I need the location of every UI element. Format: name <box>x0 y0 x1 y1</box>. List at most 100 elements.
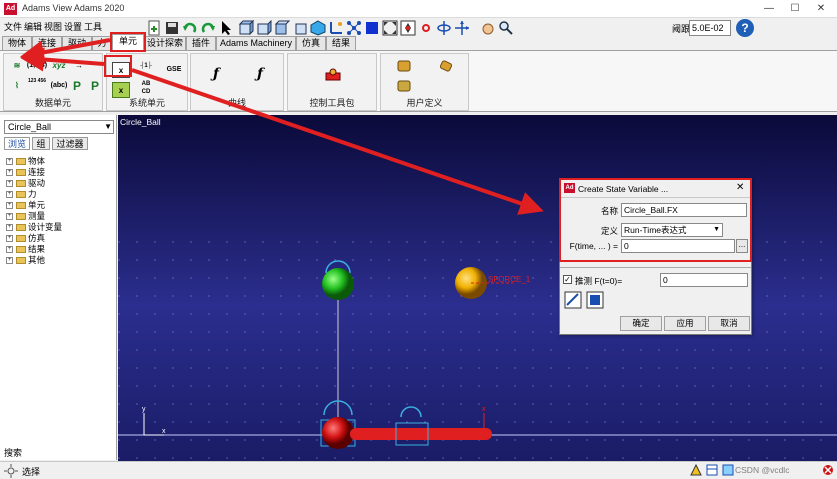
expand-icon[interactable]: + <box>6 158 13 165</box>
apply-button[interactable]: 应用 <box>664 316 706 331</box>
status-table-icon[interactable] <box>706 464 718 476</box>
new-file-icon[interactable] <box>146 20 162 36</box>
adams-logo-icon: Ad <box>4 3 17 15</box>
tree-item-results[interactable]: + 结果 <box>6 244 114 255</box>
select-cursor-icon[interactable] <box>218 20 234 36</box>
tab-group[interactable]: 组 <box>32 137 50 150</box>
menu-edit[interactable]: 编辑 <box>24 20 42 33</box>
view-front-icon[interactable] <box>238 20 254 36</box>
cancel-button[interactable]: 取消 <box>708 316 750 331</box>
expand-icon[interactable]: + <box>6 257 13 264</box>
group-controls-toolkit: 控制工具包 <box>287 53 377 111</box>
svg-text:x: x <box>482 406 486 413</box>
status-info-icon[interactable] <box>722 464 734 476</box>
tab-forces[interactable]: 力 <box>92 36 112 50</box>
expand-icon[interactable]: + <box>6 180 13 187</box>
save-icon[interactable] <box>164 20 180 36</box>
spline-arrow-icon[interactable]: → <box>70 58 88 74</box>
render-sphere-icon[interactable] <box>310 20 326 36</box>
fit-view-icon[interactable] <box>382 20 398 36</box>
string-abc-icon[interactable]: (abc) <box>48 78 70 94</box>
zoom-box-icon[interactable] <box>400 20 416 36</box>
undo-icon[interactable] <box>182 20 198 36</box>
view-right-icon[interactable] <box>292 20 308 36</box>
ok-button[interactable]: 确定 <box>620 316 662 331</box>
array-123-icon[interactable]: (1,2,3) <box>26 58 48 74</box>
center-point-icon[interactable] <box>418 20 434 36</box>
matrix-icon[interactable]: 123 456 <box>26 78 48 94</box>
expand-icon[interactable]: + <box>6 202 13 209</box>
pan-hand-icon[interactable] <box>480 20 496 36</box>
tree-item-measures[interactable]: + 测量 <box>6 211 114 222</box>
tab-bodies[interactable]: 物体 <box>2 36 32 50</box>
tree-item-simulations[interactable]: + 仿真 <box>6 233 114 244</box>
tab-plugins[interactable]: 插件 <box>186 36 216 50</box>
linear-state-equation-icon[interactable]: ┤1├ <box>137 58 155 74</box>
axes-triad-icon[interactable] <box>328 20 344 36</box>
gse-icon[interactable]: GSE <box>163 62 185 78</box>
expand-icon[interactable]: + <box>6 235 13 242</box>
plant-output-icon[interactable]: P <box>86 78 104 94</box>
tree-item-motions[interactable]: + 驱动 <box>6 178 114 189</box>
transfer-function-icon[interactable]: AB CD <box>137 80 155 96</box>
controls-toolkit-icon[interactable] <box>324 66 342 82</box>
help-icon[interactable]: ? <box>736 19 754 37</box>
menu-view[interactable]: 视图 <box>44 20 62 33</box>
guess-label: 推测 F(t=0)= <box>575 276 623 286</box>
rotate-view-icon[interactable] <box>436 20 452 36</box>
view-iso-icon[interactable] <box>256 20 272 36</box>
expand-icon[interactable]: + <box>6 246 13 253</box>
function-curve-icon[interactable]: ƒ <box>251 66 269 82</box>
guess-checkbox[interactable]: ✓ <box>563 275 572 284</box>
tab-connectors[interactable]: 连接 <box>32 36 62 50</box>
guess-input[interactable]: 0 <box>660 273 748 287</box>
user-library-icon[interactable] <box>395 78 413 94</box>
tab-results[interactable]: 结果 <box>326 36 356 50</box>
grid-network-icon[interactable] <box>346 20 362 36</box>
zoom-threshold-input[interactable]: 5.0E-02 <box>689 20 731 36</box>
function-builder-icon[interactable]: ƒ <box>207 66 225 82</box>
plant-input-icon[interactable]: P <box>68 78 86 94</box>
expand-icon[interactable]: + <box>6 191 13 198</box>
expand-icon[interactable]: + <box>6 213 13 220</box>
state-variable-icon[interactable]: x <box>112 62 130 78</box>
close-button[interactable]: ✕ <box>808 1 834 17</box>
tree-item-other[interactable]: + 其他 <box>6 255 114 266</box>
menu-settings[interactable]: 设置 <box>64 20 82 33</box>
tree-item-design-variables[interactable]: + 设计变量 <box>6 222 114 233</box>
view-top-icon[interactable] <box>274 20 290 36</box>
user-element-icon[interactable] <box>395 58 413 74</box>
tab-elements[interactable]: 单元 <box>112 34 144 50</box>
zoom-magnifier-icon[interactable] <box>498 20 514 36</box>
expand-icon[interactable]: + <box>6 224 13 231</box>
minimize-button[interactable]: — <box>756 1 782 17</box>
tab-simulation[interactable]: 仿真 <box>296 36 326 50</box>
tab-design-exploration[interactable]: 设计探索 <box>144 36 186 50</box>
expand-icon[interactable]: + <box>6 169 13 176</box>
plot-function-icon[interactable] <box>586 291 604 309</box>
redo-icon[interactable] <box>200 20 216 36</box>
translate-view-icon[interactable] <box>454 20 470 36</box>
tree-item-forces[interactable]: + 力 <box>6 189 114 200</box>
array-icon[interactable]: ≋ <box>8 58 26 74</box>
tab-motions[interactable]: 驱动 <box>62 36 92 50</box>
tab-adams-machinery[interactable]: Adams Machinery <box>216 36 296 50</box>
tab-filter[interactable]: 过滤器 <box>52 137 88 150</box>
tree-item-elements[interactable]: + 单元 <box>6 200 114 211</box>
solid-render-icon[interactable] <box>364 20 380 36</box>
curve-graph-icon[interactable]: ⌇ <box>8 78 26 94</box>
edit-expression-icon[interactable] <box>564 291 582 309</box>
point-xyz-icon[interactable]: xyz <box>48 58 70 74</box>
tree-item-connectors[interactable]: + 连接 <box>6 167 114 178</box>
menu-tools[interactable]: 工具 <box>84 20 102 33</box>
tree-item-bodies[interactable]: + 物体 <box>6 156 114 167</box>
status-warning-icon[interactable] <box>690 464 702 476</box>
menu-file[interactable]: 文件 <box>4 20 22 33</box>
status-stop-icon[interactable] <box>822 464 834 476</box>
chevron-down-icon: ▼ <box>104 122 112 131</box>
user-macro-icon[interactable] <box>437 58 455 74</box>
model-select[interactable]: Circle_Ball ▼ <box>4 120 114 134</box>
maximize-button[interactable]: ☐ <box>782 1 808 17</box>
menu-bar: 文件 编辑 视图 设置 工具 <box>0 18 140 34</box>
tab-browse[interactable]: 浏览 <box>4 137 30 150</box>
